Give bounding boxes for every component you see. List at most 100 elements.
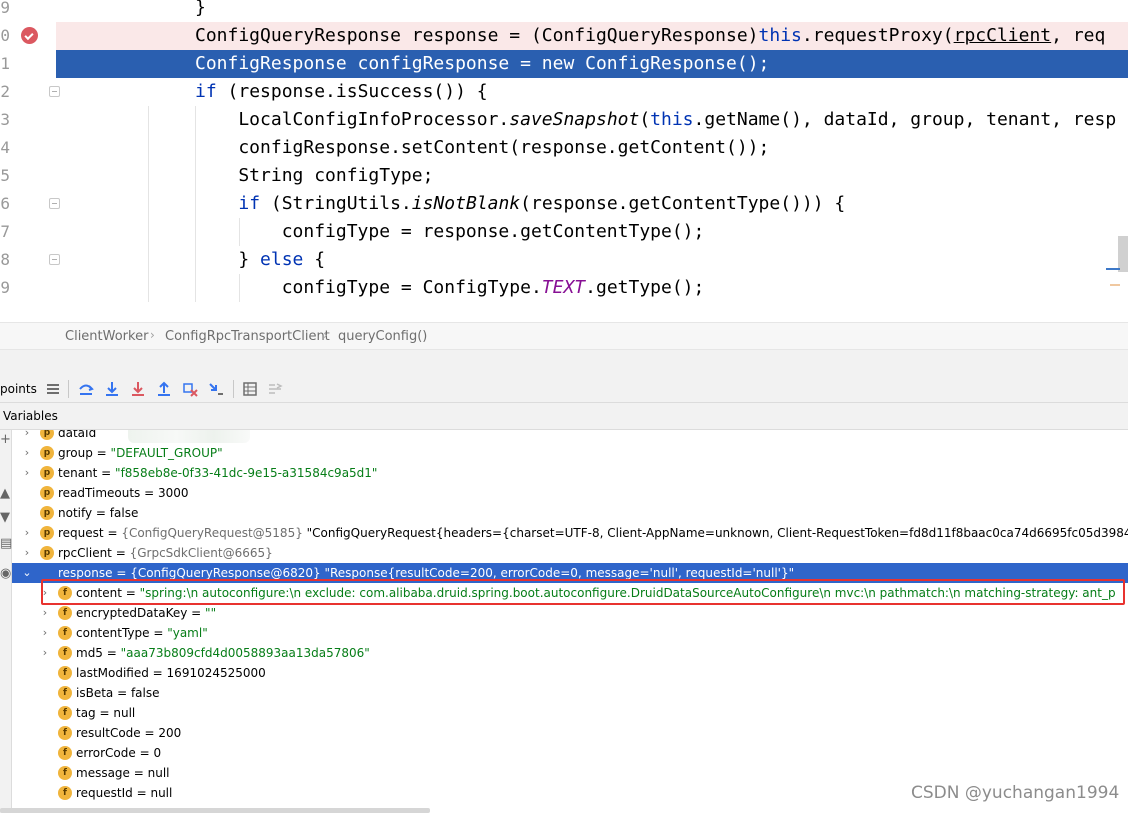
up-arrow-icon[interactable]: ▲	[0, 486, 10, 501]
expand-chevron-icon[interactable]: ›	[40, 643, 50, 663]
expand-chevron-icon[interactable]: ›	[40, 603, 50, 623]
variable-row-resultCode[interactable]: f resultCode = 200	[12, 723, 1128, 743]
breakpoint-line[interactable]: ConfigQueryResponse response = (ConfigQu…	[56, 22, 1128, 50]
variable-row-group[interactable]: › p group = "DEFAULT_GROUP"	[12, 443, 1128, 463]
run-to-cursor-icon[interactable]	[207, 380, 225, 398]
code-line[interactable]: String configType;	[56, 162, 1128, 190]
evaluate-expression-icon[interactable]	[241, 380, 259, 398]
variables-tab[interactable]: Variables	[0, 403, 1128, 430]
code-text: if (response.isSuccess()) {	[195, 78, 488, 106]
add-watch-icon[interactable]: +	[0, 432, 11, 447]
expand-chevron-icon[interactable]: ›	[40, 583, 50, 603]
field-icon: f	[58, 786, 72, 800]
expand-chevron-icon[interactable]: ›	[22, 523, 32, 543]
expand-chevron-icon[interactable]: ›	[22, 463, 32, 483]
step-over-icon[interactable]	[77, 380, 95, 398]
gutter-line[interactable]: 9	[0, 274, 56, 302]
breadcrumb-item-class[interactable]: ClientWorker	[65, 329, 148, 344]
step-into-icon[interactable]	[103, 380, 121, 398]
variable-equals: =	[92, 506, 110, 520]
variable-row-response[interactable]: ⌄ response = {ConfigQueryResponse@6820} "…	[12, 563, 1128, 583]
indent-guide	[148, 246, 149, 274]
menu-icon[interactable]	[44, 380, 62, 398]
variable-text: lastModified = 1691024525000	[76, 663, 266, 683]
variable-row-errorCode[interactable]: f errorCode = 0	[12, 743, 1128, 763]
gutter-line[interactable]: 3	[0, 106, 56, 134]
variable-row-rpcClient[interactable]: › p rpcClient = {GrpcSdkClient@6665}	[12, 543, 1128, 563]
code-line[interactable]: if (StringUtils.isNotBlank(response.getC…	[56, 190, 1128, 218]
variable-row-tag[interactable]: f tag = null	[12, 703, 1128, 723]
code-line[interactable]: }	[56, 0, 1128, 22]
variable-row-message[interactable]: f message = null	[12, 763, 1128, 783]
field-icon: f	[58, 606, 72, 620]
variable-row-dataId[interactable]: › p dataId	[12, 430, 1128, 443]
expand-chevron-icon[interactable]: ›	[40, 623, 50, 643]
step-out-icon[interactable]	[155, 380, 173, 398]
copy-icon[interactable]: ▤	[0, 536, 12, 551]
code-editor[interactable]: 9 0 1 2 3 4 5 6 7 8 9 } ConfigQueryResponse respons…	[0, 0, 1128, 322]
variable-row-request[interactable]: › p request = {ConfigQueryRequest@5185} "C…	[12, 523, 1128, 543]
line-number: 0	[0, 22, 14, 50]
code-token: .requestProxy(	[801, 25, 954, 46]
horizontal-scrollbar[interactable]	[0, 808, 430, 813]
variable-row-notify[interactable]: p notify = false	[12, 503, 1128, 523]
variable-row-tenant[interactable]: › p tenant = "f858eb8e-0f33-41dc-9e15-a315…	[12, 463, 1128, 483]
variable-row-encryptedDataKey[interactable]: › f encryptedDataKey = ""	[12, 603, 1128, 623]
gutter-line[interactable]: 0	[0, 22, 56, 50]
gutter-line[interactable]: 6	[0, 190, 60, 218]
variable-name: requestId	[76, 786, 133, 800]
gutter-line[interactable]: 9	[0, 0, 56, 22]
code-token: configType = response.getContentType();	[195, 221, 705, 242]
variable-name: group	[58, 446, 93, 460]
expand-chevron-icon[interactable]: ›	[22, 443, 32, 463]
drop-frame-icon[interactable]	[181, 380, 199, 398]
expand-chevron-icon[interactable]: ›	[22, 430, 32, 443]
editor-gutter[interactable]: 9 0 1 2 3 4 5 6 7 8 9	[0, 0, 60, 322]
breadcrumb-item-inner-class[interactable]: ConfigRpcTransportClient	[165, 329, 330, 344]
current-execution-line[interactable]: ConfigResponse configResponse = new Conf…	[56, 50, 1128, 78]
variable-row-lastModified[interactable]: f lastModified = 1691024525000	[12, 663, 1128, 683]
variables-tree[interactable]: + ▲ ▼ ▤ ◉ › p dataId › p group = "DEFAULT_GRO…	[0, 430, 1128, 813]
indent-guide	[148, 134, 149, 162]
variable-equals: =	[187, 606, 206, 620]
down-arrow-icon[interactable]: ▼	[0, 510, 10, 525]
code-line[interactable]: LocalConfigInfoProcessor.saveSnapshot(th…	[56, 106, 1128, 134]
scrollbar-thumb[interactable]	[1118, 236, 1128, 272]
gutter-line[interactable]: 1	[0, 50, 56, 78]
code-line[interactable]: configResponse.setContent(response.getCo…	[56, 134, 1128, 162]
breakpoint-icon[interactable]	[21, 27, 38, 44]
parameter-icon: p	[40, 526, 54, 540]
code-line[interactable]: } else {	[56, 246, 1128, 274]
code-token: else	[260, 249, 304, 270]
breadcrumb-item-method[interactable]: queryConfig()	[338, 329, 427, 344]
gutter-line[interactable]: 7	[0, 218, 56, 246]
variable-row-md5[interactable]: › f md5 = "aaa73b809cfd4d0058893aa13da5780…	[12, 643, 1128, 663]
breakpoints-tab-label[interactable]: points	[0, 382, 37, 396]
code-line[interactable]: configType = response.getContentType();	[56, 218, 1128, 246]
watches-icon[interactable]: ◉	[0, 566, 11, 581]
force-step-into-icon[interactable]	[129, 380, 147, 398]
code-line[interactable]: configType = ConfigType.TEXT.getType();	[56, 274, 1128, 302]
variable-name: request	[58, 526, 104, 540]
variable-row-isBeta[interactable]: f isBeta = false	[12, 683, 1128, 703]
code-area[interactable]: } ConfigQueryResponse response = (ConfigQ…	[56, 0, 1128, 322]
variable-text: notify = false	[58, 503, 138, 523]
gutter-line[interactable]: 8	[0, 246, 60, 274]
gutter-line[interactable]: 5	[0, 162, 56, 190]
expand-chevron-icon[interactable]: ›	[22, 543, 32, 563]
variable-row-contentType[interactable]: › f contentType = "yaml"	[12, 623, 1128, 643]
variable-value: 1691024525000	[166, 666, 266, 680]
gutter-line[interactable]: 4	[0, 134, 56, 162]
trace-stream-icon[interactable]	[266, 380, 284, 398]
field-icon: f	[58, 686, 72, 700]
variable-row-readTimeouts[interactable]: p readTimeouts = 3000	[12, 483, 1128, 503]
code-token: .getType();	[585, 277, 705, 298]
variable-value: null	[150, 786, 173, 800]
collapse-chevron-icon[interactable]: ⌄	[22, 563, 32, 583]
variable-value: 0	[153, 746, 162, 760]
code-line[interactable]: if (response.isSuccess()) {	[56, 78, 1128, 106]
variable-row-content[interactable]: › f content = "spring:\n autoconfigure:\n …	[12, 583, 1128, 603]
gutter-line[interactable]: 2	[0, 78, 60, 106]
variable-value: "f858eb8e-0f33-41dc-9e15-a31584c9a5d1"	[115, 466, 378, 480]
